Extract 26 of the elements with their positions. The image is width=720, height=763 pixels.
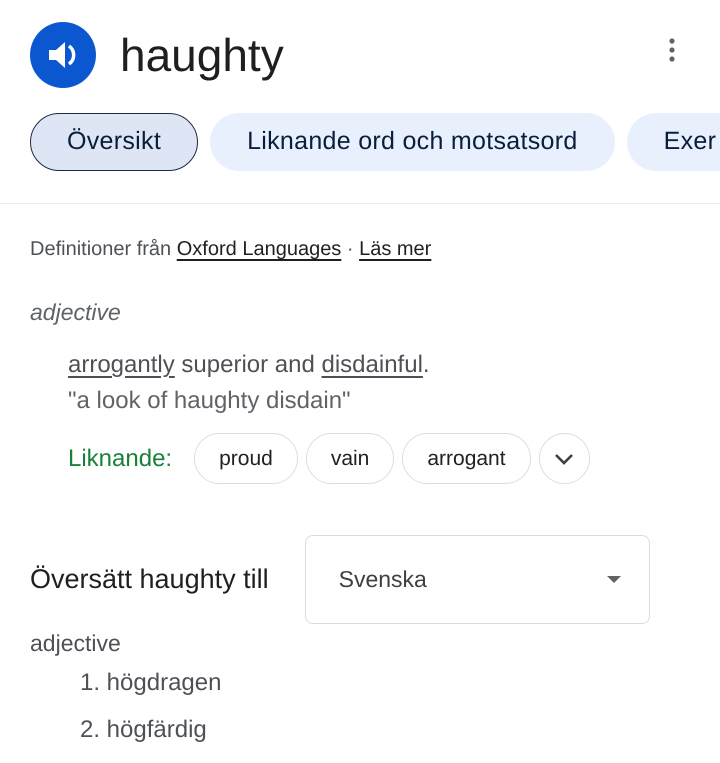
source-link[interactable]: Oxford Languages <box>176 238 342 260</box>
part-of-speech: adjective <box>30 298 122 327</box>
synonym-chip[interactable]: arrogant <box>402 433 531 484</box>
source-line: Definitioner från Oxford Languages · Läs mer <box>30 237 432 262</box>
synonym-chip[interactable]: vain <box>306 433 394 484</box>
translation-item: 2. högfärdig <box>80 715 208 745</box>
source-link[interactable]: Läs mer <box>359 238 432 260</box>
translation-item: 1. högdragen <box>80 668 222 698</box>
definition-link[interactable]: disdainful <box>322 351 423 378</box>
tab-chip[interactable]: Liknande ord och motsatsord <box>210 113 615 171</box>
definition-text: arrogantly superior and disdainful. <box>68 350 431 380</box>
language-select[interactable]: Svenska <box>304 535 650 624</box>
example-text: "a look of haughty disdain" <box>68 386 352 416</box>
headword: haughty <box>120 28 284 83</box>
translate-label: Översätt haughty till <box>30 563 269 596</box>
language-value: Svenska <box>338 565 427 594</box>
tab-chip[interactable]: Översikt <box>30 113 198 171</box>
translation-part-of-speech: adjective <box>30 629 122 658</box>
tab-chip[interactable]: Exer <box>626 113 720 171</box>
synonym-chip[interactable]: proud <box>194 433 298 484</box>
more-options-icon[interactable] <box>669 38 675 62</box>
speaker-icon[interactable] <box>30 22 96 88</box>
definition-link[interactable]: arrogantly <box>68 351 175 378</box>
dropdown-caret-icon <box>606 576 621 583</box>
similar-label: Liknande: <box>68 444 172 474</box>
expand-button[interactable] <box>538 433 590 484</box>
